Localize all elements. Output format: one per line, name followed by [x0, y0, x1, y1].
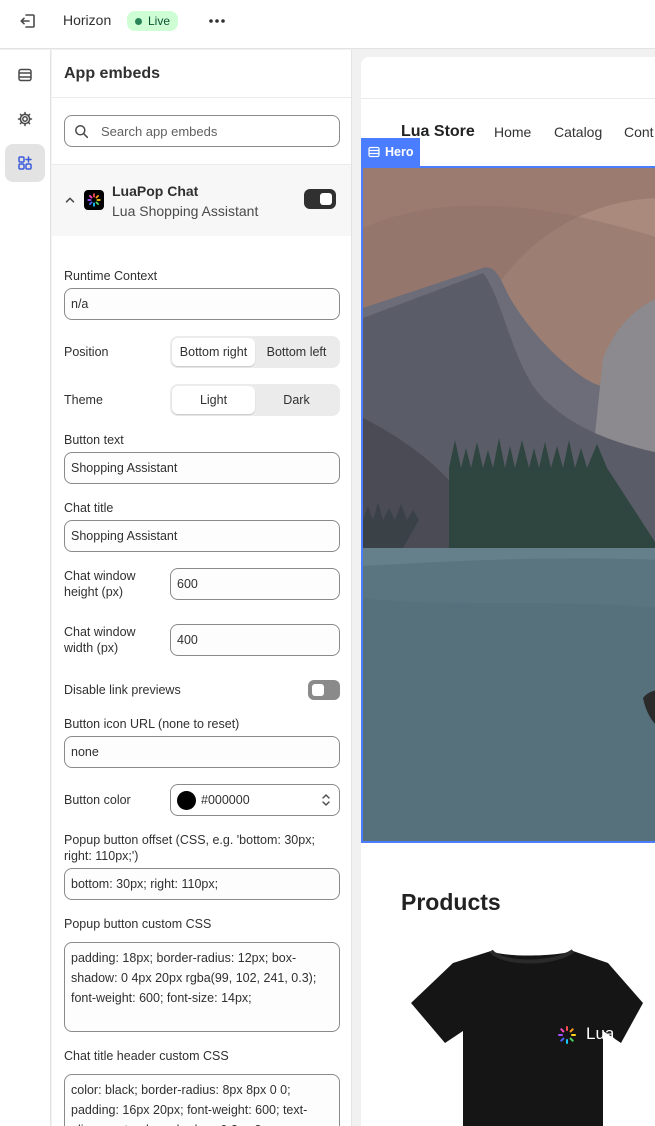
exit-button[interactable]: [14, 8, 42, 34]
exit-icon: [20, 14, 35, 28]
position-option-bottom-right[interactable]: Bottom right: [172, 338, 255, 366]
position-label: Position: [64, 345, 109, 359]
popup-offset-label-line1: Popup button offset (CSS, e.g. 'bottom: …: [64, 833, 315, 847]
chat-width-label-line1: Chat window: [64, 625, 136, 639]
sections-icon: [18, 68, 32, 82]
top-bar: Horizon Live: [0, 0, 655, 49]
button-text-label: Button text: [64, 433, 124, 447]
button-color-picker[interactable]: #000000: [170, 784, 340, 816]
status-badge: Live: [127, 11, 179, 31]
search-icon: [75, 125, 89, 139]
chat-width-label: Chat window width (px): [64, 624, 136, 656]
color-swatch[interactable]: [177, 791, 196, 810]
hero-tag-label: Hero: [385, 145, 414, 159]
status-label: Live: [148, 14, 171, 28]
embed-card: LuaPop Chat Lua Shopping Assistant: [52, 164, 351, 236]
position-segmented-control: Bottom right Bottom left: [170, 336, 340, 368]
chat-title-input[interactable]: Shopping Assistant: [64, 520, 340, 552]
button-color-label: Button color: [64, 793, 131, 807]
toggle-knob: [312, 684, 324, 696]
panel-title: App embeds: [64, 65, 161, 82]
embed-name: LuaPop Chat: [112, 183, 199, 199]
hero-section-tag[interactable]: Hero: [361, 138, 421, 166]
chat-header-css-textarea[interactable]: color: black; border-radius: 8px 8px 0 0…: [64, 1074, 340, 1126]
theme-name: Horizon: [63, 12, 112, 28]
rail-sections-button[interactable]: [5, 56, 45, 94]
chat-height-label: Chat window height (px): [64, 568, 136, 600]
button-text-input[interactable]: Shopping Assistant: [64, 452, 340, 484]
chat-height-input[interactable]: 600: [170, 568, 340, 600]
rail-settings-button[interactable]: [5, 100, 45, 138]
button-icon-url-input[interactable]: none: [64, 736, 340, 768]
product-logo-text: Lua: [586, 1024, 615, 1043]
embed-enable-toggle[interactable]: [304, 189, 336, 209]
nav-home[interactable]: Home: [494, 124, 531, 140]
rail-app-embeds-button[interactable]: [5, 144, 45, 182]
runtime-context-input[interactable]: n/a: [64, 288, 340, 320]
disable-link-previews-toggle[interactable]: [308, 680, 340, 700]
left-rail: [0, 50, 51, 1126]
chat-header-css-label: Chat title header custom CSS: [64, 1049, 229, 1063]
select-arrows-icon: [322, 794, 330, 806]
theme-option-dark[interactable]: Dark: [255, 386, 338, 414]
theme-option-light[interactable]: Light: [172, 386, 255, 414]
section-icon: [368, 146, 380, 158]
button-icon-url-label: Button icon URL (none to reset): [64, 717, 240, 731]
nav-catalog[interactable]: Catalog: [554, 124, 602, 140]
position-option-bottom-left[interactable]: Bottom left: [255, 338, 338, 366]
theme-label: Theme: [64, 393, 103, 407]
app-embeds-panel: App embeds Search app embeds LuaPop Chat…: [52, 50, 352, 1126]
live-dot-icon: [135, 17, 142, 25]
theme-segmented-control: Light Dark: [170, 384, 340, 416]
app-embeds-icon: [18, 156, 32, 170]
chat-width-label-line2: width (px): [64, 641, 119, 655]
panel-header: App embeds: [52, 50, 351, 98]
products-heading: Products: [401, 889, 501, 915]
chat-height-label-line2: height (px): [64, 585, 124, 599]
search-input[interactable]: [101, 122, 331, 140]
chevron-up-icon[interactable]: [64, 194, 76, 206]
gear-icon: [17, 111, 33, 127]
popup-css-textarea[interactable]: padding: 18px; border-radius: 12px; box-…: [64, 942, 340, 1032]
hero-section[interactable]: [361, 166, 655, 843]
search-box[interactable]: [64, 115, 340, 147]
chat-title-label: Chat title: [64, 501, 114, 515]
embed-subtitle: Lua Shopping Assistant: [112, 203, 259, 219]
popup-offset-label-line2: right: 110px;'): [64, 849, 139, 863]
more-actions-button[interactable]: [203, 8, 231, 34]
popup-offset-label: Popup button offset (CSS, e.g. 'bottom: …: [64, 832, 315, 864]
chat-height-label-line1: Chat window: [64, 569, 136, 583]
chat-width-input[interactable]: 400: [170, 624, 340, 656]
hero-landscape-illustration: [363, 168, 655, 841]
tshirt-product-image: [411, 949, 643, 1126]
popup-offset-input[interactable]: bottom: 30px; right: 110px;: [64, 868, 340, 900]
runtime-context-label: Runtime Context: [64, 269, 158, 283]
preview-announcement-bar: [361, 57, 655, 99]
toggle-knob: [320, 193, 332, 205]
popup-css-label: Popup button custom CSS: [64, 917, 212, 931]
product-card[interactable]: Lua: [403, 943, 655, 1126]
disable-link-previews-label: Disable link previews: [64, 683, 181, 697]
store-preview: Lua Store Home Catalog Cont Hero Product…: [361, 57, 655, 1126]
luapop-logo-icon: [84, 190, 104, 210]
nav-contact[interactable]: Cont: [624, 124, 654, 140]
button-color-value: #000000: [201, 793, 250, 807]
more-icon: [209, 19, 225, 23]
